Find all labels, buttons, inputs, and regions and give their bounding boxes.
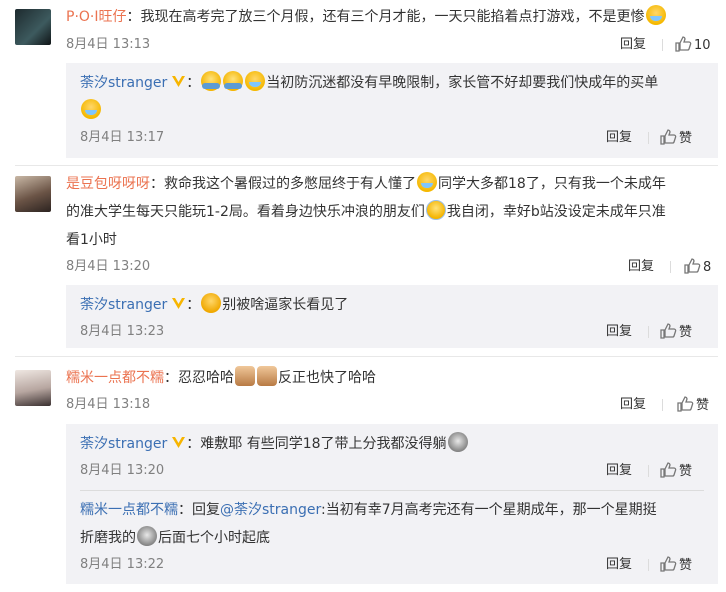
crying-emoji-icon	[81, 99, 101, 119]
verified-v-icon	[172, 76, 186, 87]
thinking-emoji-icon	[201, 293, 222, 313]
crying-emoji-icon	[645, 5, 666, 25]
reply-thread: 荼汐stranger：别被啥逼家长看见了 8月4日 13:23 回复 赞	[66, 285, 718, 348]
reply-button[interactable]: 回复	[620, 396, 646, 414]
comment-time: 8月4日 13:18	[66, 397, 151, 412]
reply-username[interactable]: 荼汐stranger	[80, 436, 167, 452]
divider	[648, 465, 649, 477]
mention-link[interactable]: @荼汐stranger	[220, 502, 321, 518]
divider	[670, 261, 671, 273]
reply-username[interactable]: 荼汐stranger	[80, 75, 167, 91]
reply-text: 荼汐stranger：别被啥逼家长看见了	[80, 293, 348, 317]
thumbs-up-icon	[675, 36, 692, 52]
divider	[648, 559, 649, 571]
thumbs-up-icon	[660, 323, 677, 339]
comment-username[interactable]: 糯米一点都不糯	[66, 370, 164, 386]
crying-emoji-icon	[245, 71, 266, 91]
thumbs-up-icon	[660, 462, 677, 478]
divider	[662, 39, 663, 51]
like-button[interactable]: 赞	[659, 555, 692, 575]
like-button[interactable]: 赞	[659, 128, 692, 148]
reply-time: 8月4日 13:22	[80, 557, 165, 572]
cat-emoji-icon	[235, 366, 255, 386]
like-button[interactable]: 10	[674, 35, 711, 55]
reply-text: 荼汐stranger ：难敷耶 有些同学18了带上分我都没得躺	[80, 432, 469, 456]
comment-time: 8月4日 13:20	[66, 259, 151, 274]
reply-thread: 荼汐stranger ：难敷耶 有些同学18了带上分我都没得躺 8月4日 13:2…	[66, 424, 718, 584]
divider	[648, 132, 649, 144]
divider	[662, 399, 663, 411]
laughing-emoji-icon	[425, 200, 446, 220]
reply-username[interactable]: 糯米一点都不糯	[80, 502, 178, 518]
like-count: 10	[694, 38, 711, 53]
like-button[interactable]: 赞	[659, 461, 692, 481]
like-label: 赞	[696, 398, 710, 413]
comment-time: 8月4日 13:13	[66, 37, 151, 52]
like-label: 赞	[679, 325, 693, 340]
comment-text: P·O·I旺仔：我现在高考完了放三个月假，还有三个月才能，一天只能掐着点打游戏，…	[66, 5, 667, 29]
cat-emoji-icon	[257, 366, 277, 386]
comment-username[interactable]: P·O·I旺仔	[66, 9, 127, 25]
hug-emoji-icon	[223, 71, 244, 91]
comment-text: 是豆包呀呀呀：救命我这个暑假过的多憋屈终于有人懂了 同学大多都18了，只有我一个未…	[66, 172, 666, 196]
reply-button[interactable]: 回复	[606, 129, 632, 147]
verified-v-icon	[172, 298, 186, 309]
like-button[interactable]: 赞	[676, 395, 709, 415]
dog-emoji-icon	[137, 526, 157, 546]
verified-v-icon	[172, 437, 186, 448]
reply-text: 糯米一点都不糯：回复@荼汐stranger:当初有幸7月高考完还有一个星期成年，…	[80, 502, 657, 518]
comment-text-line: 的准大学生每天只能玩1-2局。看着身边快乐冲浪的朋友们 我自闭，幸好b站没设定未成…	[66, 200, 666, 224]
reply-button[interactable]: 回复	[628, 258, 654, 276]
comment-divider	[15, 165, 718, 166]
like-button[interactable]: 8	[683, 257, 711, 277]
hug-emoji-icon	[201, 71, 222, 91]
comment-text: 糯米一点都不糯：忍忍哈哈 反正也快了哈哈	[66, 366, 376, 390]
thumbs-up-icon	[677, 396, 694, 412]
reply-divider	[80, 490, 704, 491]
comment-username[interactable]: 是豆包呀呀呀	[66, 176, 150, 192]
reply-thread: 荼汐stranger：当初防沉迷都没有早晚限制，家长管不好却要我们快成年的买单 …	[66, 63, 718, 158]
avatar[interactable]	[15, 370, 51, 406]
like-label: 赞	[679, 131, 693, 146]
reply-text-wrap	[80, 99, 102, 123]
reply-time: 8月4日 13:23	[80, 324, 165, 339]
reply-username[interactable]: 荼汐stranger	[80, 297, 167, 313]
avatar[interactable]	[15, 9, 51, 45]
reply-button[interactable]: 回复	[606, 556, 632, 574]
reply-button[interactable]: 回复	[620, 36, 646, 54]
dog-emoji-icon	[447, 432, 468, 452]
reply-time: 8月4日 13:17	[80, 130, 165, 145]
like-label: 赞	[679, 558, 693, 573]
reply-text: 荼汐stranger：当初防沉迷都没有早晚限制，家长管不好却要我们快成年的买单	[80, 71, 658, 95]
thumbs-up-icon	[660, 129, 677, 145]
reply-text-line: 折磨我的 后面七个小时起底	[80, 526, 270, 550]
like-button[interactable]: 赞	[659, 322, 692, 342]
thumbs-up-icon	[660, 556, 677, 572]
crying-emoji-icon	[417, 172, 437, 192]
reply-button[interactable]: 回复	[606, 323, 632, 341]
divider	[648, 326, 649, 338]
like-count: 8	[703, 260, 712, 275]
avatar[interactable]	[15, 176, 51, 212]
reply-button[interactable]: 回复	[606, 462, 632, 480]
thumbs-up-icon	[684, 258, 701, 274]
like-label: 赞	[679, 464, 693, 479]
reply-time: 8月4日 13:20	[80, 463, 165, 478]
comment-divider	[15, 356, 718, 357]
comment-text-line: 看1小时	[66, 232, 117, 248]
